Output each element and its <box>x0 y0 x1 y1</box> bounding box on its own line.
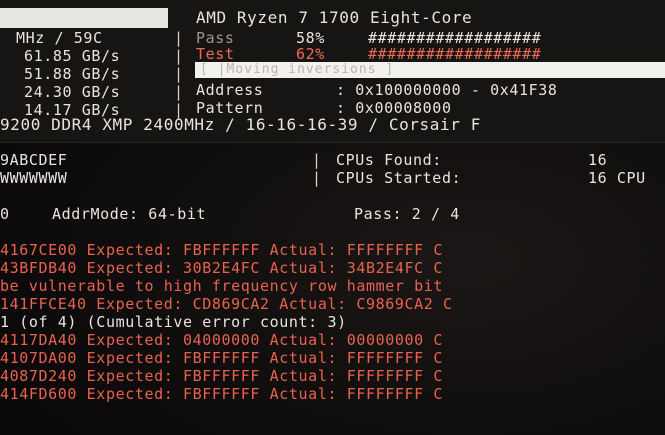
memory-config: 9200 DDR4 XMP 2400MHz / 16-16-16-39 / Co… <box>0 115 481 134</box>
error-line: 4107DA00 Expected: FBFFFFFF Actual: FFFF… <box>0 349 444 367</box>
memtest-screen: AMD Ryzen 7 1700 Eight-Core MHz / 59C 61… <box>0 0 665 435</box>
column-separator: | <box>174 29 184 47</box>
cpus-found-value: 16 <box>588 151 608 169</box>
l2-bandwidth: 51.88 GB/s <box>24 65 121 83</box>
column-separator: | <box>312 169 322 187</box>
test-progress-bar: ################## <box>368 45 542 63</box>
error-line: be vulnerable to high frequency row hamm… <box>0 277 444 295</box>
error-line: 414FD600 Expected: FBFFFFFF Actual: FFFF… <box>0 385 444 403</box>
error-summary: 1 (of 4) (Cumulative error count: 3) <box>0 313 347 331</box>
error-line: 43BFDB40 Expected: 30B2E4FC Actual: 34B2… <box>0 259 444 277</box>
current-test-name: [ |Moving inversions ] <box>200 62 395 77</box>
status-left: 0 <box>0 205 10 223</box>
column-separator: | <box>312 151 322 169</box>
error-line: 4117DA40 Expected: 04000000 Actual: 0000… <box>0 331 444 349</box>
column-separator: | <box>174 83 184 101</box>
clock-temp: MHz / 59C <box>16 29 103 47</box>
address-value: : 0x100000000 - 0x41F38 <box>336 81 558 99</box>
header-divider <box>0 142 665 143</box>
title-bar-block <box>0 8 168 28</box>
column-separator: | <box>174 47 184 65</box>
cpus-found-label: CPUs Found: <box>336 151 442 169</box>
error-line: 4167CE00 Expected: FBFFFFFF Actual: FFFF… <box>0 241 444 259</box>
test-percent: 62% <box>296 45 325 63</box>
error-line: 4087D240 Expected: FBFFFFFF Actual: FFFF… <box>0 367 444 385</box>
test-label: Test <box>196 45 235 63</box>
cpus-started-label: CPUs Started: <box>336 169 462 187</box>
column-separator: | <box>174 65 184 83</box>
core-map-row: WWWWWWW <box>0 169 68 187</box>
l3-bandwidth: 24.30 GB/s <box>24 83 121 101</box>
cpu-name: AMD Ryzen 7 1700 Eight-Core <box>196 8 473 27</box>
addr-mode: AddrMode: 64-bit <box>52 205 207 223</box>
address-label: Address <box>196 81 264 99</box>
cpus-started-value: 16 CPU <box>588 169 646 187</box>
error-line: 141FFCE40 Expected: CD869CA2 Actual: C98… <box>0 295 453 313</box>
l1-bandwidth: 61.85 GB/s <box>24 47 121 65</box>
hex-row: 9ABCDEF <box>0 151 68 169</box>
pass-count: Pass: 2 / 4 <box>354 205 460 223</box>
